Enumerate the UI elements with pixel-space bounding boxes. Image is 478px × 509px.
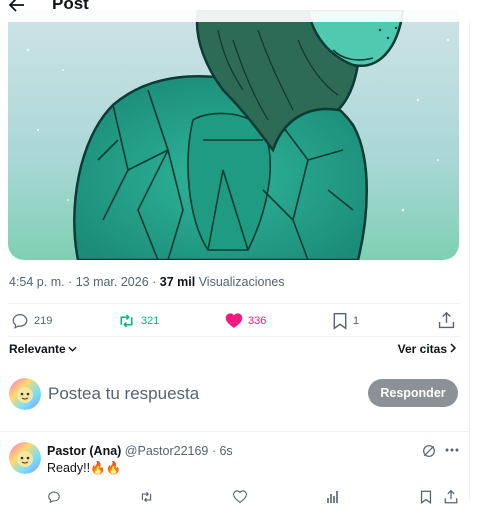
author-handle-time[interactable]: @Pastor22169 · 6s xyxy=(121,444,233,458)
views-label: Visualizaciones xyxy=(195,275,285,289)
share-icon xyxy=(438,312,455,329)
reply-composer: Postea tu respuesta Responder xyxy=(0,372,470,420)
tweet-text-body: Ready!! xyxy=(47,461,91,475)
post-metadata: 4:54 p. m. · 13 mar. 2026 · 37 mil Visua… xyxy=(9,275,285,289)
divider xyxy=(8,336,460,337)
avatar[interactable] xyxy=(9,378,41,410)
heart-icon xyxy=(225,312,243,329)
fire-emoji: 🔥🔥 xyxy=(90,461,122,475)
bookmark-icon xyxy=(332,312,348,330)
relevance-label: Relevante xyxy=(9,342,66,356)
post-image[interactable] xyxy=(8,10,459,260)
reply-button[interactable]: 219 xyxy=(11,312,52,330)
repost-icon xyxy=(117,312,136,330)
post-action-bar: 219 321 336 1 xyxy=(0,312,470,336)
repost-count: 321 xyxy=(141,315,160,327)
more-options-icon[interactable] xyxy=(444,442,460,463)
page-title: Post xyxy=(52,0,89,13)
tweet-author-line: Pastor (Ana) @Pastor22169 · 6s xyxy=(47,444,233,458)
top-bar: Post xyxy=(0,0,470,22)
post-image-illustration xyxy=(8,10,459,260)
avatar[interactable] xyxy=(9,442,41,474)
reply-sort-row: Relevante Ver citas xyxy=(0,340,470,360)
chevron-down-icon xyxy=(68,342,77,356)
bookmark-count: 1 xyxy=(353,315,360,327)
bookmark-button[interactable]: 1 xyxy=(332,312,359,330)
divider xyxy=(8,303,460,304)
tweet-action-bar xyxy=(0,489,470,504)
divider xyxy=(0,431,470,432)
reply-button-submit[interactable]: Responder xyxy=(368,379,458,407)
heart-icon[interactable] xyxy=(233,490,247,508)
like-count: 336 xyxy=(248,314,267,327)
back-arrow-icon[interactable] xyxy=(8,0,26,14)
tweet-text: Ready!!🔥🔥 xyxy=(47,461,121,476)
reply-tweet[interactable]: Pastor (Ana) @Pastor22169 · 6s Ready!!🔥🔥 xyxy=(0,436,470,504)
main-column: Post 4:54 p. m. · 13 mar. 2026 · 37 mil … xyxy=(0,0,470,504)
relevance-dropdown[interactable]: Relevante xyxy=(9,342,77,356)
author-name[interactable]: Pastor (Ana) xyxy=(47,444,121,458)
view-quotes-label: Ver citas xyxy=(397,342,447,356)
reply-input[interactable]: Postea tu respuesta xyxy=(48,384,199,404)
repost-button[interactable]: 321 xyxy=(117,312,159,330)
view-count: 37 mil xyxy=(159,275,196,289)
share-button[interactable] xyxy=(438,312,455,329)
view-quotes-link[interactable]: Ver citas xyxy=(398,342,457,356)
reply-count: 219 xyxy=(34,315,53,327)
reply-icon xyxy=(11,312,29,330)
post-timestamp[interactable]: 4:54 p. m. · 13 mar. 2026 · xyxy=(9,275,160,289)
grok-icon[interactable] xyxy=(421,443,437,464)
like-button[interactable]: 336 xyxy=(225,312,266,329)
chevron-right-icon xyxy=(450,342,457,356)
